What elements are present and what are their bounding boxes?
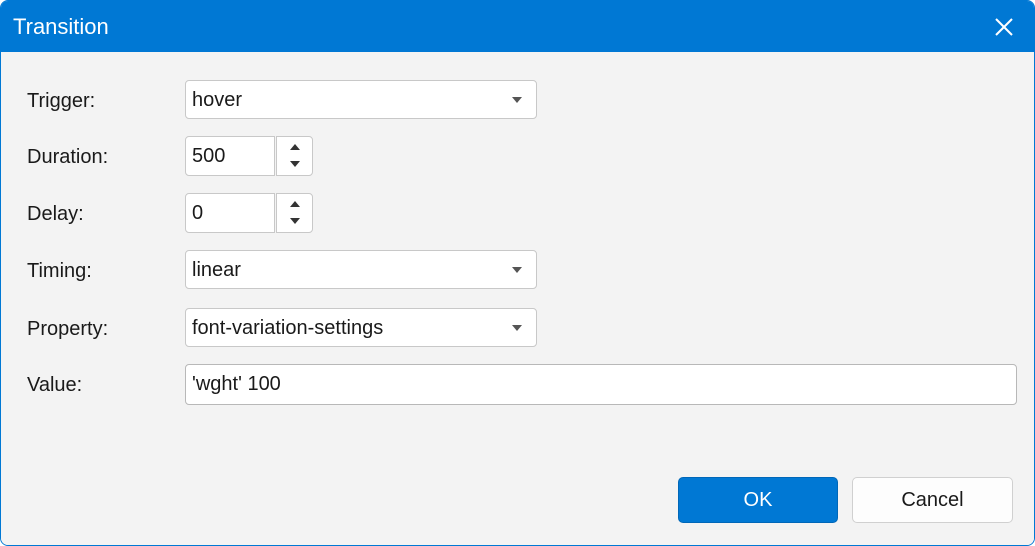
chevron-down-icon [512, 325, 522, 331]
close-button[interactable] [974, 1, 1034, 52]
duration-decrement-button[interactable] [277, 156, 312, 175]
trigger-label: Trigger: [27, 90, 96, 112]
value-label: Value: [27, 374, 83, 396]
timing-select[interactable]: linear [185, 250, 537, 289]
duration-stepper [276, 136, 313, 176]
property-select-value: font-variation-settings [192, 317, 384, 339]
value-input[interactable] [185, 364, 1017, 405]
arrow-up-icon [290, 144, 300, 150]
close-icon [995, 17, 1013, 36]
timing-select-value: linear [192, 259, 241, 281]
delay-input[interactable] [185, 193, 275, 233]
timing-label: Timing: [27, 260, 92, 282]
property-label: Property: [27, 318, 109, 340]
delay-decrement-button[interactable] [277, 213, 312, 232]
transition-dialog: Transition Trigger: hover Duration: D [0, 0, 1035, 546]
delay-stepper [276, 193, 313, 233]
dialog-body: Trigger: hover Duration: Delay: [1, 52, 1034, 545]
property-select[interactable]: font-variation-settings [185, 308, 537, 347]
arrow-down-icon [290, 161, 300, 167]
trigger-select[interactable]: hover [185, 80, 537, 119]
delay-increment-button[interactable] [277, 194, 312, 213]
chevron-down-icon [512, 267, 522, 273]
arrow-up-icon [290, 201, 300, 207]
arrow-down-icon [290, 218, 300, 224]
dialog-title: Transition [13, 14, 109, 39]
chevron-down-icon [512, 97, 522, 103]
delay-label: Delay: [27, 203, 84, 225]
duration-label: Duration: [27, 146, 109, 168]
duration-increment-button[interactable] [277, 137, 312, 156]
cancel-button[interactable]: Cancel [852, 477, 1013, 523]
trigger-select-value: hover [192, 89, 243, 111]
title-bar: Transition [1, 1, 1034, 52]
ok-button[interactable]: OK [678, 477, 838, 523]
duration-input[interactable] [185, 136, 275, 176]
